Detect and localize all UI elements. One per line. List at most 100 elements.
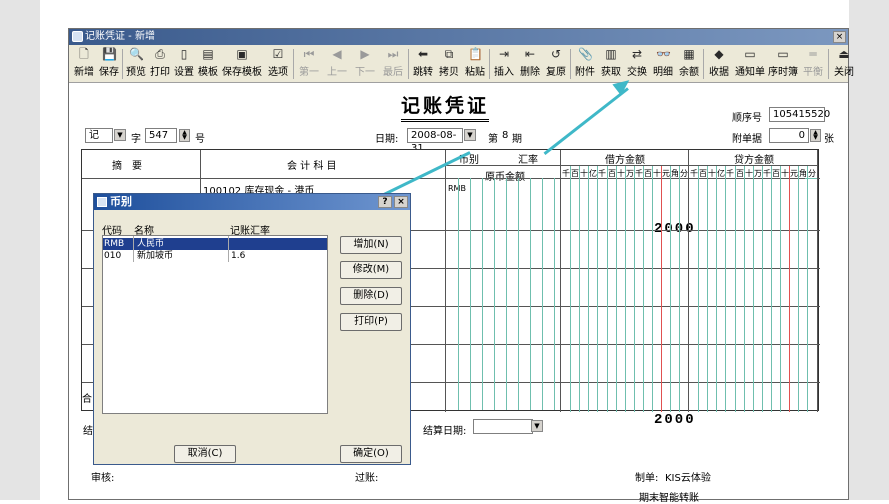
save-icon: 💾 [102,47,117,61]
digit-unit-label: 百 [608,169,616,178]
first-icon: ⏮ [303,47,315,61]
toolbar-button-3[interactable]: ⎙ 打印 [149,47,171,81]
toolbar-button-14[interactable]: 📋 粘贴 [463,47,487,81]
currency-list-row[interactable]: 010 新加坡币 1.6 [103,250,327,262]
digit-unit-label: 十 [580,169,588,178]
seq-number-field[interactable]: 105415520 [769,107,830,122]
toolbar-button-1[interactable]: 💾 保存 [98,47,120,81]
toolbar-button-9[interactable]: ◀ 上一 [324,47,350,81]
date-field[interactable]: 2008-08-31 [407,128,463,154]
row1-currency[interactable]: RMB [448,184,466,193]
toolbar-button-0[interactable]: 🗋 新增 [72,47,96,81]
options-icon: ☑ [272,47,284,61]
delete-button[interactable]: 删除(D) [340,287,402,305]
grid-digit-line [494,178,495,410]
new-doc-icon: 🗋 [79,47,89,61]
toolbar-button-24[interactable]: ▭ 通知单 [734,47,766,81]
total-debit-amount: 2000 [654,412,696,428]
toolbar-button-4[interactable]: ▯ 设置 [173,47,195,81]
grid-digit-line [771,166,772,412]
settle-date-field[interactable] [473,419,533,434]
digit-unit-label: 千 [598,169,606,178]
dialog-title: 币别 [110,195,132,208]
toolbar-button-22[interactable]: ▦ 余额 [677,47,701,81]
settle-date-dropdown-icon[interactable]: ▼ [531,420,543,432]
paste-icon: 📋 [468,47,483,61]
grid-digit-line [780,166,781,412]
account-header: 会 计 科 目 [287,161,337,172]
maker-label: 制单: [635,473,659,484]
toolbar-button-25[interactable]: ▭ 序时簿 [768,47,798,81]
toolbar-button-18[interactable]: 📎 附件 [573,47,597,81]
voucher-number-spinner[interactable]: ▲ ▼ [179,129,190,142]
cancel-button[interactable]: 取消(C) [174,445,236,463]
attach-count-spinner[interactable]: ▲ ▼ [810,129,821,142]
grid-digit-line [542,178,543,410]
attach-count-field[interactable]: 0 [769,128,809,143]
toolbar-button-23[interactable]: ◆ 收据 [706,47,732,81]
print-button[interactable]: 打印(P) [340,313,402,331]
dialog-help-button[interactable]: ? [378,196,392,208]
window-close-button[interactable]: × [833,31,846,43]
toolbar-button-6[interactable]: ▣ 保存模板 [221,47,263,81]
settle-prefix: 结 [83,426,93,437]
toolbar-button-8[interactable]: ⏮ 第一 [296,47,322,81]
toolbar-button-17[interactable]: ↺ 复原 [544,47,568,81]
toolbar-button-12[interactable]: ⬅ 跳转 [411,47,435,81]
preview-icon: 🔍 [129,47,144,61]
toolbar-button-7[interactable]: ☑ 选项 [265,47,291,81]
toolbar-button-21[interactable]: 👓 明细 [651,47,675,81]
date-dropdown-icon[interactable]: ▼ [464,129,476,141]
toolbar-button-label: 保存 [99,67,119,78]
left-backdrop [0,0,40,500]
dialog-app-icon [97,197,107,207]
ok-button[interactable]: 确定(O) [340,445,402,463]
toolbar-button-label: 最后 [383,67,403,78]
grid-digit-line [607,166,608,412]
toolbar-separator [293,49,294,79]
add-button[interactable]: 增加(N) [340,236,402,254]
balance-icon: ▦ [683,47,695,61]
swap-icon: ⇄ [631,47,643,61]
toolbar-button-label: 第一 [299,67,319,78]
toolbar-button-10[interactable]: ▶ 下一 [352,47,378,81]
insert-icon: ⇥ [498,47,510,61]
toolbar-button-20[interactable]: ⇄ 交换 [625,47,649,81]
edit-button[interactable]: 修改(M) [340,261,402,279]
grid-divider [560,150,561,412]
toolbar-button-26[interactable]: ═ 平衡 [800,47,826,81]
grid-digit-line [554,178,555,410]
word-type-select[interactable]: 记 [85,128,113,143]
grid-digit-line [789,166,790,412]
dialog-titlebar: 币别 ? × [94,194,410,210]
toolbar-button-15[interactable]: ⇥ 插入 [492,47,516,81]
toolbar-button-label: 交换 [627,67,647,78]
toolbar-button-5[interactable]: ▤ 模板 [197,47,219,81]
currency-code: 010 [104,251,122,261]
toolbar-button-27[interactable]: ⏏ 关闭 [831,47,857,81]
digit-unit-label: 亿 [717,169,725,178]
template-icon: ▤ [202,47,214,61]
copy-icon: ⧉ [444,47,454,61]
toolbar-separator [408,49,409,79]
toolbar-button-label: 余额 [679,67,699,78]
currency-list-row[interactable]: RMB 人民币 [103,238,327,250]
digit-unit-label: 角 [671,169,679,178]
word-label: 字 [131,134,141,145]
toolbar-button-label: 预览 [126,67,146,78]
toolbar-button-11[interactable]: ⏭ 最后 [380,47,406,81]
grid-digit-line [798,166,799,412]
digit-unit-label: 百 [736,169,744,178]
grid-digit-line [597,166,598,412]
toolbar-button-13[interactable]: ⧉ 拷贝 [437,47,461,81]
voucher-number-field[interactable]: 547 [145,128,177,143]
toolbar-button-2[interactable]: 🔍 预览 [125,47,147,81]
toolbar-button-19[interactable]: ▥ 获取 [599,47,623,81]
grid-digit-line [807,166,808,412]
toolbar-button-label: 收据 [709,67,729,78]
word-type-dropdown-icon[interactable]: ▼ [114,129,126,141]
toolbar-button-16[interactable]: ⇤ 删除 [518,47,542,81]
currency-list[interactable]: RMB 人民币 010 新加坡币 1.6 [102,235,328,414]
dialog-close-button[interactable]: × [394,196,408,208]
digit-unit-label: 分 [680,169,688,178]
